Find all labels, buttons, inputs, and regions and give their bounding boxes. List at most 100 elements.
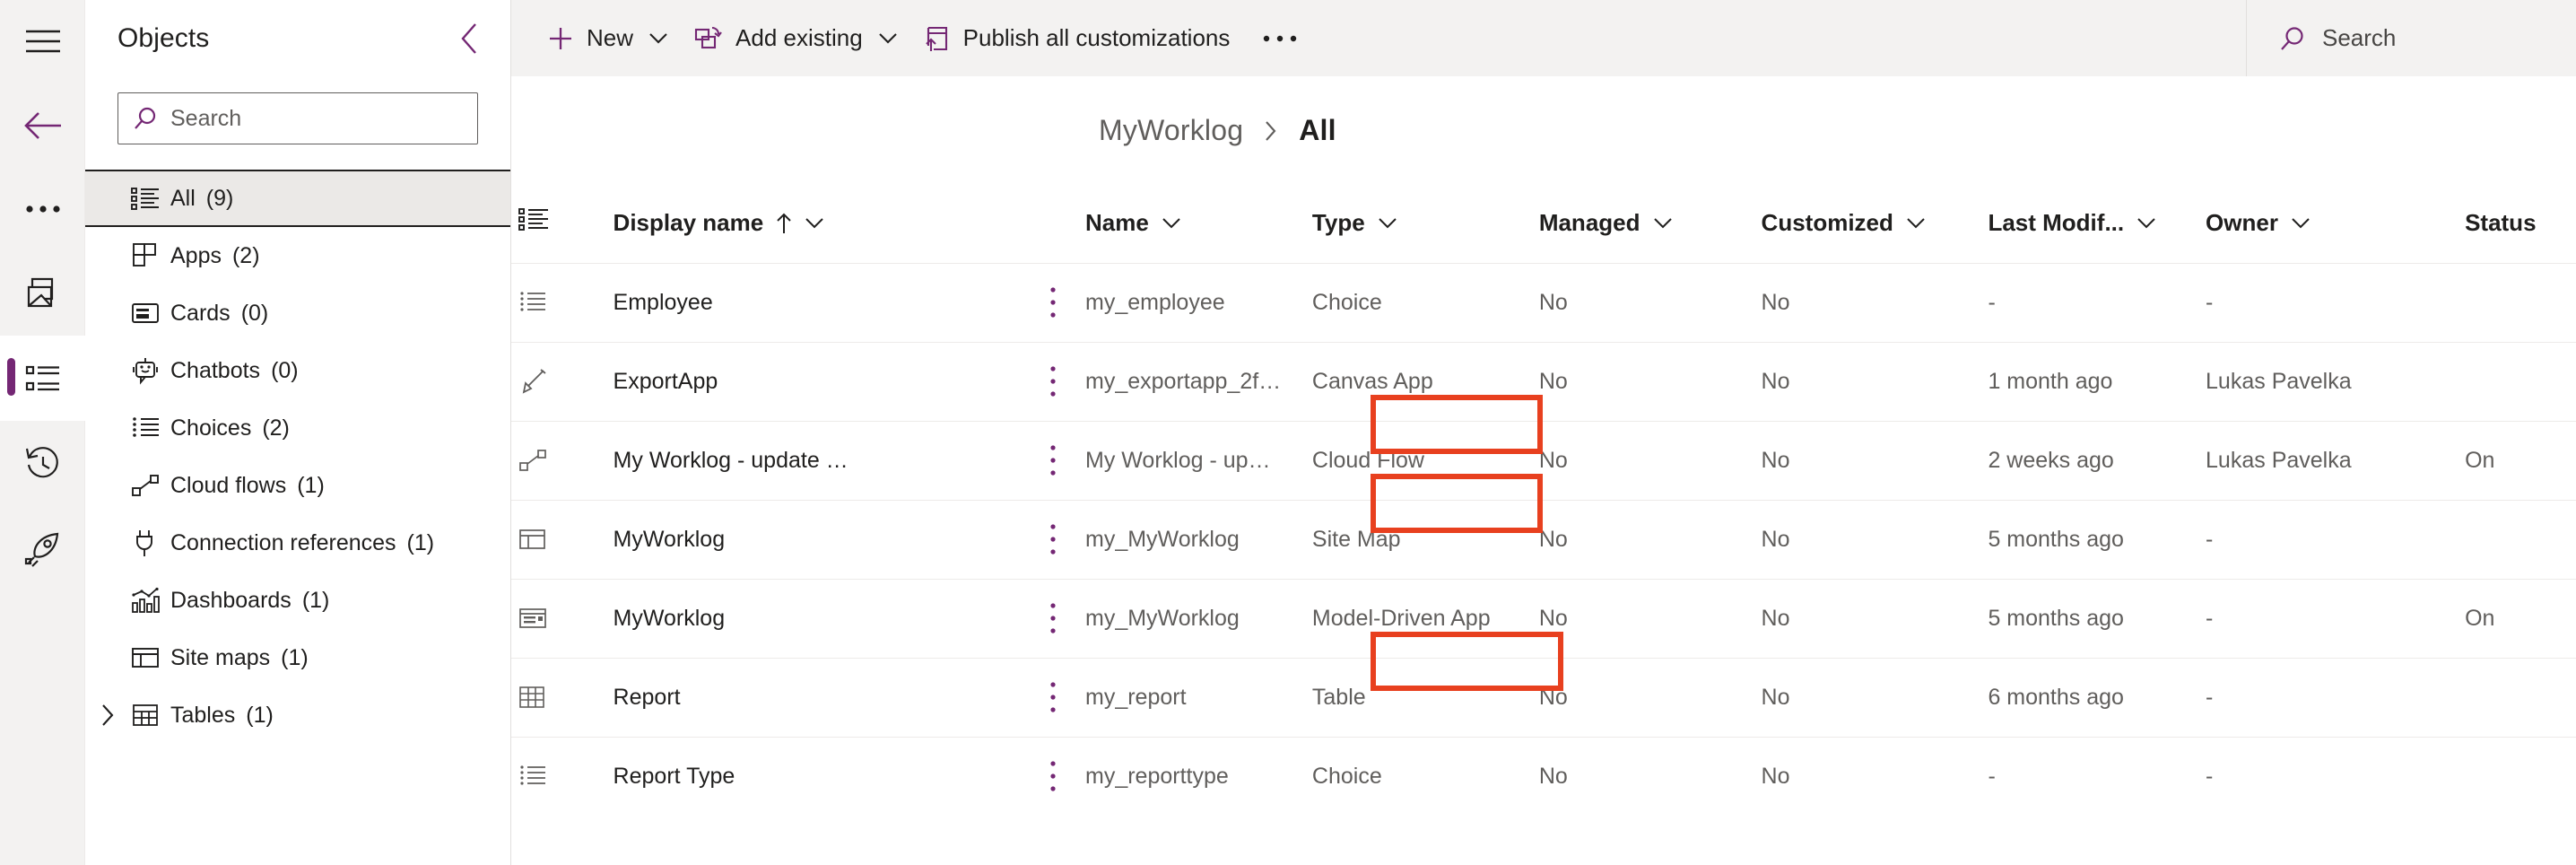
row-overflow-cell[interactable] (1021, 658, 1085, 737)
column-header-name[interactable]: Name (1085, 184, 1312, 263)
publish-all-customizations-button[interactable]: Publish all customizations (911, 0, 1243, 76)
row-more-actions-icon[interactable] (1021, 443, 1085, 477)
breadcrumb-parent[interactable]: MyWorklog (1099, 114, 1243, 147)
sidebar-item-site-maps[interactable]: Site maps (1) (85, 629, 510, 686)
row-more-actions-icon[interactable] (1021, 285, 1085, 319)
sidebar-item-cards[interactable]: Cards (0) (85, 284, 510, 342)
row-more-actions-icon[interactable] (1021, 759, 1085, 793)
solution-icon[interactable] (0, 250, 85, 336)
sidebar-item-chatbots[interactable]: Chatbots (0) (85, 342, 510, 399)
row-overflow-cell[interactable] (1021, 342, 1085, 421)
chevron-down-icon[interactable] (877, 31, 899, 46)
row-display-name[interactable]: MyWorklog (614, 500, 1021, 579)
column-header-overflow (1021, 184, 1085, 263)
row-more-actions-icon[interactable] (1021, 522, 1085, 556)
sidebar-item-count: (1) (406, 529, 435, 555)
objects-list-icon[interactable] (0, 336, 85, 421)
row-display-name[interactable]: Report (614, 658, 1021, 737)
row-type-icon-cell (511, 500, 614, 579)
sidebar-item-apps[interactable]: Apps (2) (85, 227, 510, 284)
sidebar-item-all[interactable]: All (9) (85, 170, 510, 227)
objects-search-box[interactable] (117, 92, 478, 144)
more-ellipsis-icon[interactable] (0, 168, 85, 250)
table-row[interactable]: Report Type my_reporttype Choice No No -… (511, 737, 2576, 816)
table-row[interactable]: MyWorklog my_MyWorklog Model-Driven App … (511, 579, 2576, 658)
row-display-name[interactable]: Employee (614, 263, 1021, 342)
collapse-panel-chevron-left-icon[interactable] (453, 15, 487, 62)
row-display-name-text[interactable]: MyWorklog (614, 606, 726, 631)
column-header-display-name[interactable]: Display name (614, 184, 1021, 263)
objects-nav-list: All (9) Apps (2) Cards (0) Chatbots (0) … (85, 170, 510, 744)
row-more-actions-icon[interactable] (1021, 680, 1085, 714)
row-display-name-text[interactable]: Employee (614, 290, 713, 315)
objects-search-input[interactable] (170, 105, 463, 132)
chevron-down-icon[interactable] (1162, 217, 1181, 230)
row-owner: - (2206, 763, 2214, 789)
row-overflow-cell[interactable] (1021, 737, 1085, 816)
row-display-name-text[interactable]: Report Type (614, 764, 735, 789)
chevron-down-icon[interactable] (1653, 217, 1673, 230)
row-display-name[interactable]: MyWorklog (614, 579, 1021, 658)
sidebar-item-dashboards[interactable]: Dashboards (1) (85, 572, 510, 629)
row-overflow-cell[interactable] (1021, 421, 1085, 500)
apps-grid-icon (130, 227, 161, 284)
add-existing-button[interactable]: Add existing (682, 0, 911, 76)
global-search-box[interactable]: Search (2246, 0, 2576, 76)
row-overflow-cell[interactable] (1021, 500, 1085, 579)
row-display-name-text[interactable]: Report (614, 685, 681, 710)
column-header-managed[interactable]: Managed (1539, 184, 1762, 263)
table-row[interactable]: Employee my_employee Choice No No - - (511, 263, 2576, 342)
column-header-owner[interactable]: Owner (2206, 184, 2465, 263)
sidebar-item-cloud-flows[interactable]: Cloud flows (1) (85, 457, 510, 514)
row-overflow-cell[interactable] (1021, 263, 1085, 342)
chevron-down-icon[interactable] (2291, 217, 2311, 230)
new-button[interactable]: New (535, 0, 682, 76)
row-more-actions-icon[interactable] (1021, 601, 1085, 635)
command-overflow-button[interactable] (1242, 0, 1318, 76)
row-display-name[interactable]: Report Type (614, 737, 1021, 816)
hamburger-menu-icon[interactable] (0, 0, 85, 83)
back-arrow-icon[interactable] (0, 83, 85, 168)
row-display-name[interactable]: My Worklog - update … (614, 421, 1021, 500)
list-view-selector-icon[interactable] (518, 207, 549, 239)
chevron-down-icon[interactable] (1378, 217, 1397, 230)
sidebar-item-choices[interactable]: Choices (2) (85, 399, 510, 457)
chevron-down-icon[interactable] (805, 217, 824, 230)
row-overflow-cell[interactable] (1021, 579, 1085, 658)
chevron-down-icon[interactable] (1906, 217, 1926, 230)
row-type: Model-Driven App (1311, 605, 1491, 631)
column-header-label: Display name (613, 209, 764, 237)
row-status (2465, 737, 2576, 816)
column-header-label: Type (1311, 209, 1365, 237)
row-type-icon-cell (511, 421, 614, 500)
row-customized: No (1761, 368, 1790, 394)
row-display-name-text[interactable]: My Worklog - update … (614, 448, 849, 473)
sidebar-item-count: (1) (301, 587, 330, 613)
chevron-down-icon[interactable] (2137, 217, 2156, 230)
table-row[interactable]: My Worklog - update … My Worklog - up… C… (511, 421, 2576, 500)
row-managed: No (1538, 684, 1568, 710)
chevron-right-icon[interactable] (92, 686, 123, 744)
sidebar-item-connection-references[interactable]: Connection references (1) (85, 514, 510, 572)
breadcrumb-current: All (1299, 114, 1336, 146)
table-body: Employee my_employee Choice No No - - Ex… (511, 263, 2576, 816)
chevron-down-icon[interactable] (648, 31, 669, 46)
column-header-customized[interactable]: Customized (1762, 184, 1989, 263)
rocket-icon[interactable] (0, 506, 85, 591)
row-customized: No (1761, 763, 1790, 789)
row-display-name-text[interactable]: ExportApp (614, 369, 718, 394)
row-display-name-text[interactable]: MyWorklog (614, 527, 726, 552)
table-row[interactable]: ExportApp my_exportapp_2f… Canvas App No… (511, 342, 2576, 421)
table-row[interactable]: Report my_report Table No No 6 months ag… (511, 658, 2576, 737)
history-clock-icon[interactable] (0, 421, 85, 506)
column-header-type[interactable]: Type (1312, 184, 1539, 263)
row-more-actions-icon[interactable] (1021, 364, 1085, 398)
sort-ascending-arrow (776, 212, 792, 235)
table-row[interactable]: MyWorklog my_MyWorklog Site Map No No 5 … (511, 500, 2576, 579)
row-owner: Lukas Pavelka (2206, 447, 2352, 473)
card-icon (130, 284, 161, 342)
column-header-last-modified[interactable]: Last Modif... (1988, 184, 2206, 263)
row-display-name[interactable]: ExportApp (614, 342, 1021, 421)
sidebar-item-tables[interactable]: Tables (1) (85, 686, 510, 744)
column-header-status[interactable]: Status (2465, 184, 2576, 263)
